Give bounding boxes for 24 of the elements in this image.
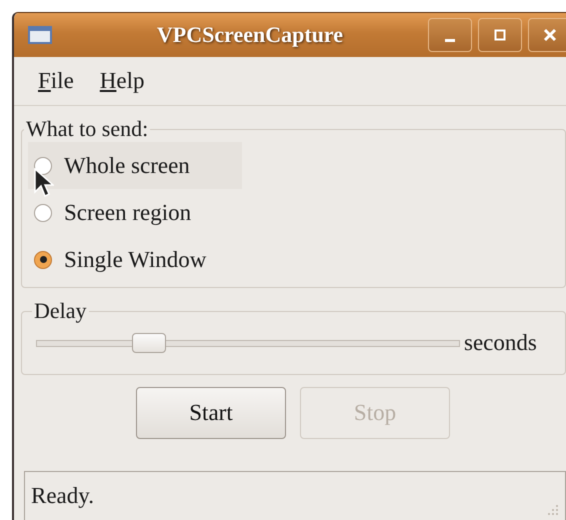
radio-button[interactable] xyxy=(34,250,52,268)
radio-option[interactable]: Screen region xyxy=(28,189,242,236)
radio-button[interactable] xyxy=(34,156,52,174)
minimize-icon xyxy=(445,38,455,42)
cursor-icon xyxy=(34,168,54,198)
close-button[interactable] xyxy=(528,18,566,52)
maximize-icon xyxy=(493,28,507,42)
minimize-button[interactable] xyxy=(428,18,472,52)
window-title: VPCScreenCapture xyxy=(156,22,344,48)
menu-item[interactable]: File xyxy=(38,68,74,94)
group-title: What to send: xyxy=(25,116,150,142)
radio-option[interactable]: Single Window xyxy=(28,236,242,283)
menu-item[interactable]: Help xyxy=(100,68,145,94)
close-icon xyxy=(543,28,557,42)
radio-button[interactable] xyxy=(34,204,52,222)
window-icon xyxy=(28,26,52,44)
resize-grip-icon[interactable] xyxy=(545,504,559,518)
slider-thumb[interactable] xyxy=(132,333,166,353)
group-title: Delay xyxy=(33,298,88,324)
status-text: Ready. xyxy=(31,483,94,509)
unit-label: seconds xyxy=(464,330,537,356)
action-button[interactable]: Start xyxy=(136,387,286,439)
maximize-button[interactable] xyxy=(478,18,522,52)
delay-slider[interactable] xyxy=(36,333,460,353)
